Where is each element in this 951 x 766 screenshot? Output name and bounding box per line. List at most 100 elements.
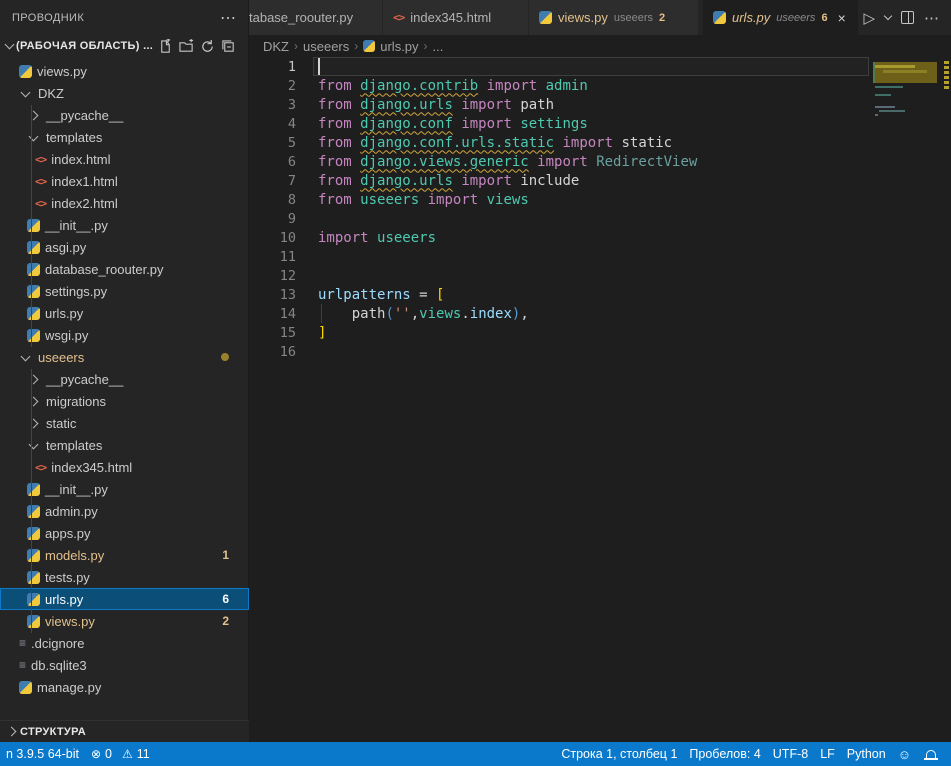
tree-item-database-roouter-py[interactable]: database_roouter.py	[0, 258, 249, 280]
code-line[interactable]: 5from django.conf.urls.static import sta…	[249, 133, 951, 152]
close-icon[interactable]: ×	[838, 10, 846, 26]
breadcrumb-item[interactable]: urls.py	[380, 39, 418, 54]
code-line[interactable]: 7from django.urls import include	[249, 171, 951, 190]
explorer-header: ПРОВОДНИК ⋯	[0, 0, 248, 35]
tree-item-templates[interactable]: templates	[0, 434, 249, 456]
eol-status[interactable]: LF	[814, 742, 841, 766]
tree-item-static[interactable]: static	[0, 412, 249, 434]
tree-item--pycache-[interactable]: __pycache__	[0, 104, 249, 126]
indentation-status[interactable]: Пробелов: 4	[683, 742, 766, 766]
language-mode-status[interactable]: Python	[841, 742, 892, 766]
tree-item-tests-py[interactable]: tests.py	[0, 566, 249, 588]
breadcrumb-item[interactable]: DKZ	[263, 39, 289, 54]
breadcrumb-item[interactable]: useeers	[303, 39, 349, 54]
code-line[interactable]: 6from django.views.generic import Redire…	[249, 152, 951, 171]
collapse-all-icon[interactable]	[221, 39, 236, 54]
tab-index345-html[interactable]: <>index345.html	[383, 0, 529, 35]
tree-item--pycache-[interactable]: __pycache__	[0, 368, 249, 390]
code-line[interactable]: 9	[249, 209, 951, 228]
editor-more-actions-icon[interactable]: ⋯	[924, 9, 939, 27]
new-file-icon[interactable]	[158, 39, 173, 54]
code-line[interactable]: 15]	[249, 323, 951, 342]
code-line[interactable]: 12	[249, 266, 951, 285]
explorer-more-actions-icon[interactable]: ⋯	[220, 8, 236, 28]
python-icon	[27, 241, 40, 254]
problems-status[interactable]: ⊗ 0 ⚠ 11	[85, 742, 156, 766]
tree-item-label: .dcignore	[31, 636, 84, 651]
code-line[interactable]: 10import useeers	[249, 228, 951, 247]
code-line[interactable]: 11	[249, 247, 951, 266]
tree-item--init-py[interactable]: __init__.py	[0, 478, 249, 500]
code-line[interactable]: 1	[249, 57, 951, 76]
tree-item-label: views.py	[45, 614, 95, 629]
tree-item-db-sqlite3[interactable]: ≡db.sqlite3	[0, 654, 249, 676]
tree-item-index1-html[interactable]: <>index1.html	[0, 170, 249, 192]
breadcrumb-separator: ›	[354, 39, 358, 53]
cursor-position-status[interactable]: Строка 1, столбец 1	[555, 742, 683, 766]
breadcrumb[interactable]: DKZ›useeers›urls.py›...	[249, 35, 951, 57]
notifications-bell-icon[interactable]	[917, 742, 945, 766]
tree-item-dkz[interactable]: DKZ	[0, 82, 249, 104]
tab-views-py[interactable]: views.pyuseeers2	[529, 0, 699, 35]
python-interpreter-status[interactable]: n 3.9.5 64-bit	[0, 742, 85, 766]
new-folder-icon[interactable]	[179, 39, 194, 54]
python-icon	[27, 615, 40, 628]
code-line[interactable]: 16	[249, 342, 951, 361]
tree-item--dcignore[interactable]: ≡ .dcignore	[0, 632, 249, 654]
tree-item--init-py[interactable]: __init__.py	[0, 214, 249, 236]
tree-item-asgi-py[interactable]: asgi.py	[0, 236, 249, 258]
config-file-icon: ≡	[19, 636, 26, 650]
tree-item-wsgi-py[interactable]: wsgi.py	[0, 324, 249, 346]
tree-item-urls-py[interactable]: urls.py6	[0, 588, 249, 610]
tree-item-index-html[interactable]: <>index.html	[0, 148, 249, 170]
modified-dot-badge	[221, 353, 229, 361]
tree-item-index345-html[interactable]: <>index345.html	[0, 456, 249, 478]
tree-item-label: DKZ	[38, 86, 64, 101]
breadcrumb-separator: ›	[294, 39, 298, 53]
code-line[interactable]: 3from django.urls import path	[249, 95, 951, 114]
code-line[interactable]: 13urlpatterns = [	[249, 285, 951, 304]
tree-item-manage-py[interactable]: manage.py	[0, 676, 249, 698]
split-editor-icon[interactable]	[901, 11, 914, 24]
tree-item-index2-html[interactable]: <>index2.html	[0, 192, 249, 214]
code-line[interactable]: 8from useeers import views	[249, 190, 951, 209]
overview-ruler[interactable]	[941, 57, 951, 742]
tree-item-useeers[interactable]: useeers	[0, 346, 249, 368]
encoding-status[interactable]: UTF-8	[767, 742, 814, 766]
run-dropdown-chevron-icon[interactable]	[884, 12, 892, 20]
html-icon: <>	[35, 175, 46, 188]
line-number: 16	[249, 344, 296, 360]
python-icon	[19, 681, 32, 694]
tree-item-migrations[interactable]: migrations	[0, 390, 249, 412]
code-text: path('',views.index),	[296, 306, 529, 322]
python-icon	[539, 11, 552, 24]
tree-item-urls-py[interactable]: urls.py	[0, 302, 249, 324]
tree-item-label: manage.py	[37, 680, 101, 695]
python-icon	[27, 593, 40, 606]
text-cursor	[318, 58, 320, 75]
outline-section-header[interactable]: СТРУКТУРА	[0, 720, 249, 742]
tree-item-templates[interactable]: templates	[0, 126, 249, 148]
feedback-icon[interactable]: ☺	[892, 742, 917, 766]
tab-urls-py[interactable]: urls.pyuseeers6×	[703, 0, 859, 35]
run-button[interactable]: ▷	[863, 9, 875, 27]
tab-tabase-roouter-py[interactable]: tabase_roouter.py	[249, 0, 383, 35]
tree-item-apps-py[interactable]: apps.py	[0, 522, 249, 544]
code-line[interactable]: 14 path('',views.index),	[249, 304, 951, 323]
code-editor[interactable]: 12from django.contrib import admin3from …	[249, 57, 951, 742]
tree-item-views-py[interactable]: views.py	[0, 60, 249, 82]
workspace-section-header[interactable]: (РАБОЧАЯ ОБЛАСТЬ) ...	[0, 35, 248, 57]
line-number: 14	[249, 306, 296, 322]
breadcrumb-item[interactable]: ...	[433, 39, 444, 54]
code-line[interactable]: 4from django.conf import settings	[249, 114, 951, 133]
refresh-icon[interactable]	[200, 39, 215, 54]
code-line[interactable]: 2from django.contrib import admin	[249, 76, 951, 95]
tree-item-settings-py[interactable]: settings.py	[0, 280, 249, 302]
tree-item-models-py[interactable]: models.py1	[0, 544, 249, 566]
tree-item-label: templates	[46, 130, 102, 145]
minimap[interactable]	[873, 57, 941, 357]
code-text: urlpatterns = [	[296, 287, 444, 303]
python-icon	[27, 329, 40, 342]
tree-item-views-py[interactable]: views.py2	[0, 610, 249, 632]
tree-item-admin-py[interactable]: admin.py	[0, 500, 249, 522]
